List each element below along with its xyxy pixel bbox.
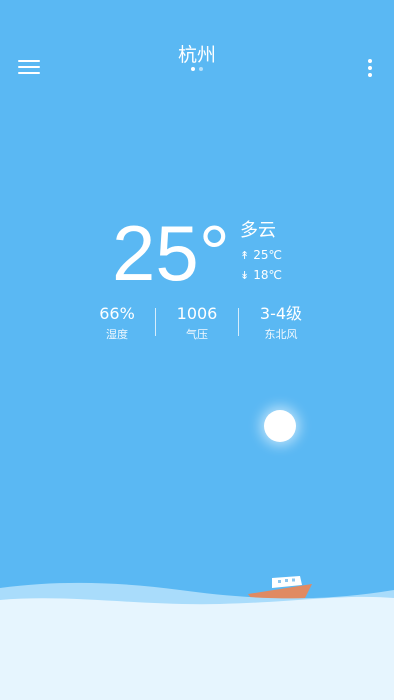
page-indicator: [190, 67, 206, 73]
page-dot-active[interactable]: [191, 67, 195, 71]
top-bar: 杭州: [0, 0, 394, 90]
low-temperature: ↡ 18℃: [240, 268, 282, 282]
pressure-stat: 1006 气压: [157, 304, 237, 343]
weather-condition: 多云: [240, 220, 276, 241]
front-wave: [0, 596, 394, 700]
sea-scene: [0, 576, 394, 700]
page-dot[interactable]: [199, 67, 203, 71]
high-temperature-value: 25℃: [253, 248, 282, 262]
high-temperature: ↟ 25℃: [240, 248, 282, 262]
city-title[interactable]: 杭州: [0, 40, 394, 67]
humidity-value: 66%: [99, 304, 135, 323]
pressure-label: 气压: [186, 328, 208, 341]
stat-divider: [238, 308, 239, 336]
stat-divider: [155, 308, 156, 336]
wind-stat: 3-4级 东北风: [241, 304, 321, 343]
humidity-stat: 66% 湿度: [77, 304, 157, 343]
wind-value: 3-4级: [259, 304, 303, 323]
more-vertical-icon[interactable]: [360, 56, 380, 80]
current-temperature: 25°: [112, 209, 230, 297]
low-temperature-value: 18℃: [253, 268, 282, 282]
wind-label: 东北风: [264, 328, 298, 341]
humidity-label: 湿度: [106, 328, 128, 341]
sun-icon: [264, 410, 296, 442]
arrow-down-icon: ↡: [240, 269, 250, 282]
pressure-value: 1006: [176, 304, 218, 323]
arrow-up-icon: ↟: [240, 249, 250, 262]
